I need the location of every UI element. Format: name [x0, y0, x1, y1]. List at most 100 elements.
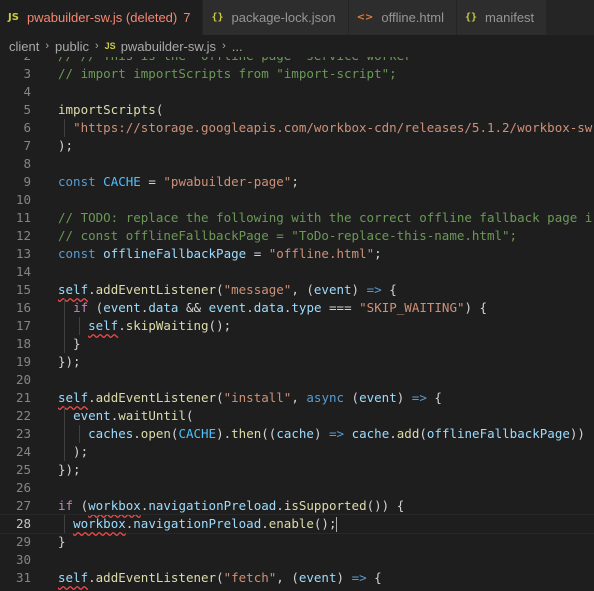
code-line[interactable]: 7); [0, 137, 594, 155]
chevron-right-icon: › [45, 40, 50, 52]
line-number: 3 [23, 66, 31, 81]
code-text: // TODO: replace the following with the … [58, 210, 594, 225]
code-text: } [58, 534, 66, 549]
tab-package-lock[interactable]: {} package-lock.json [203, 0, 349, 35]
code-line[interactable]: 23 caches.open(CACHE).then((cache) => ca… [0, 425, 594, 443]
code-line[interactable]: 24 ); [0, 443, 594, 461]
code-text: self.skipWaiting(); [88, 318, 232, 333]
code-text: } [58, 336, 81, 351]
code-text: const offlineFallbackPage = "offline.htm… [58, 246, 382, 261]
line-number: 20 [15, 372, 31, 387]
line-number: 19 [15, 354, 31, 369]
tab-label: pwabuilder-sw.js (deleted) [26, 10, 178, 25]
code-text: if (event.data && event.data.type === "S… [73, 300, 488, 315]
code-text: workbox.navigationPreload.enable(); [73, 516, 338, 532]
code-text: "https://storage.googleapis.com/workbox-… [73, 120, 594, 135]
line-number: 31 [15, 570, 31, 585]
breadcrumb-item-more[interactable]: ... [232, 39, 243, 54]
code-line[interactable]: 13 const offlineFallbackPage = "offline.h… [0, 245, 594, 263]
code-text: // // This is the "Offline page" service… [58, 57, 412, 65]
code-text: if (workbox.navigationPreload.isSupporte… [58, 498, 405, 513]
line-number: 12 [15, 228, 31, 243]
code-line[interactable]: 12 // const offlineFallbackPage = "ToDo-r… [0, 227, 594, 245]
line-number: 13 [15, 246, 31, 261]
code-line[interactable]: 4 [0, 83, 594, 101]
code-line[interactable]: 6 "https://storage.googleapis.com/workbo… [0, 119, 594, 137]
tab-manifest[interactable]: {} manifest [456, 0, 548, 35]
code-line[interactable]: 15 self.addEventListener("message", (even… [0, 281, 594, 299]
line-number: 4 [23, 84, 31, 99]
code-line[interactable]: 20 [0, 371, 594, 389]
code-text: caches.open(CACHE).then((cache) => cache… [88, 426, 585, 441]
json-file-icon: {} [211, 12, 224, 23]
line-number: 8 [23, 156, 31, 171]
line-number: 16 [15, 300, 31, 315]
code-line[interactable]: 25}); [0, 461, 594, 479]
tab-offline-html[interactable]: <> offline.html [348, 0, 457, 35]
code-line[interactable]: 11 // TODO: replace the following with th… [0, 209, 594, 227]
code-editor[interactable]: 2 // // This is the "Offline page" servic… [0, 57, 594, 591]
line-number: 10 [15, 192, 31, 207]
code-text: ); [58, 138, 74, 153]
code-line[interactable]: 14 [0, 263, 594, 281]
code-text: const CACHE = "pwabuilder-page"; [58, 174, 299, 189]
html-file-icon: <> [356, 12, 374, 23]
code-line[interactable]: 21 self.addEventListener("install", async… [0, 389, 594, 407]
breadcrumb-item-public[interactable]: public [55, 39, 89, 54]
line-number: 24 [15, 444, 31, 459]
json-file-icon: {} [464, 12, 478, 23]
code-text: }); [58, 354, 81, 369]
code-line[interactable]: 5 importScripts( [0, 101, 594, 119]
problem-count-badge: 7 [183, 10, 191, 25]
code-line[interactable]: 2 // // This is the "Offline page" servic… [0, 57, 594, 65]
code-line[interactable]: 27 if (workbox.navigationPreload.isSuppor… [0, 497, 594, 515]
line-number: 29 [15, 534, 31, 549]
code-line[interactable]: 9 const CACHE = "pwabuilder-page"; [0, 173, 594, 191]
code-line[interactable]: 17 self.skipWaiting(); [0, 317, 594, 335]
code-line[interactable]: 16 if (event.data && event.data.type ===… [0, 299, 594, 317]
code-line[interactable]: 29} [0, 533, 594, 551]
code-text: event.waitUntil( [73, 408, 194, 423]
tab-label: manifest [485, 10, 535, 25]
breadcrumb-item-client[interactable]: client [9, 39, 39, 54]
line-number: 25 [15, 462, 31, 477]
code-text: // const offlineFallbackPage = "ToDo-rep… [58, 228, 518, 243]
chevron-right-icon: › [222, 40, 226, 52]
tab-label: package-lock.json [231, 10, 336, 25]
line-number: 7 [23, 138, 31, 153]
code-line[interactable]: 30 [0, 551, 594, 569]
code-line[interactable]: 28 workbox.navigationPreload.enable(); [0, 514, 594, 534]
line-number: 2 [0, 57, 31, 65]
line-number: 23 [15, 426, 31, 441]
code-line[interactable]: 19}); [0, 353, 594, 371]
js-file-icon: JS [104, 41, 116, 51]
chevron-right-icon: › [95, 40, 99, 52]
tab-pwabuilder-sw[interactable]: JS pwabuilder-sw.js (deleted) 7 [0, 0, 204, 35]
code-line[interactable]: 18 } [0, 335, 594, 353]
line-number: 15 [15, 282, 31, 297]
tab-bar: JS pwabuilder-sw.js (deleted) 7 {} packa… [0, 0, 594, 35]
line-number: 22 [15, 408, 31, 423]
line-number: 9 [23, 174, 31, 189]
code-line[interactable]: 31 self.addEventListener("fetch", (event)… [0, 569, 594, 587]
code-text: self.addEventListener("fetch", (event) =… [58, 570, 382, 585]
code-line[interactable]: 26 [0, 479, 594, 497]
breadcrumb: client › public › JS pwabuilder-sw.js › … [0, 35, 594, 57]
code-line[interactable]: 22 event.waitUntil( [0, 407, 594, 425]
code-text: // import importScripts from "import-scr… [58, 66, 397, 81]
code-line[interactable]: 10 [0, 191, 594, 209]
text-cursor [336, 517, 338, 532]
code-text: self.addEventListener("install", async (… [58, 390, 442, 405]
line-number: 17 [15, 318, 31, 333]
line-number: 21 [15, 390, 31, 405]
line-number: 5 [23, 102, 31, 117]
line-number: 6 [23, 120, 31, 135]
code-line[interactable]: 8 [0, 155, 594, 173]
code-line[interactable]: 3 // import importScripts from "import-sc… [0, 65, 594, 83]
line-number: 26 [15, 480, 31, 495]
line-number: 18 [15, 336, 31, 351]
line-number: 27 [15, 498, 31, 513]
code-text: importScripts( [58, 102, 164, 117]
breadcrumb-item-file[interactable]: pwabuilder-sw.js [121, 39, 216, 54]
code-lines: 2 // // This is the "Offline page" servic… [0, 57, 594, 587]
